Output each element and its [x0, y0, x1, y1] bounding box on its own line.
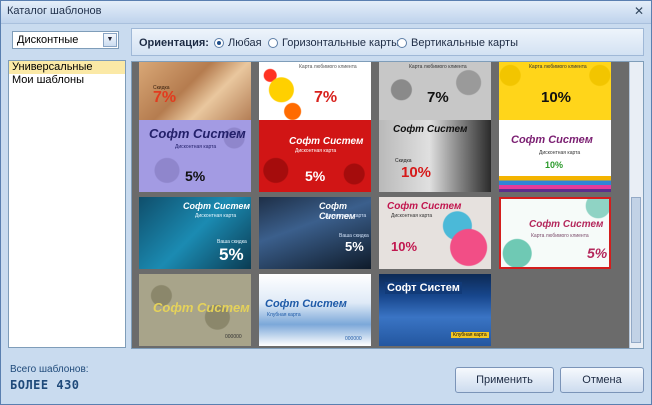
list-item-my-templates[interactable]: Мои шаблоны	[9, 74, 125, 87]
radio-button[interactable]	[397, 38, 407, 48]
radio-any[interactable]: Любая	[214, 37, 262, 49]
window-title: Каталог шаблонов	[7, 5, 102, 17]
cancel-button[interactable]: Отмена	[560, 367, 644, 393]
radio-label: Вертикальные карты	[411, 37, 518, 49]
total-templates-value: БОЛЕЕ 430	[10, 378, 80, 392]
left-panel: Дисконтные ▼ Универсальные Мои шаблоны	[6, 28, 126, 348]
template-card[interactable]: Софт Систем Дисконтная карта 10%	[499, 120, 611, 192]
title-bar: Каталог шаблонов ✕	[1, 1, 651, 24]
radio-button[interactable]	[214, 38, 224, 48]
template-card[interactable]: Софт Систем Дисконтная карта 5%	[139, 120, 251, 192]
total-templates-label: Всего шаблонов:	[10, 364, 89, 375]
chevron-down-icon[interactable]: ▼	[103, 33, 117, 47]
template-card[interactable]: Софт Систем Дисконтная карта Ваша скидка…	[259, 197, 371, 269]
radio-label: Любая	[228, 37, 262, 49]
template-card[interactable]: Софт Систем Дисконтная карта Ваша скидка…	[139, 197, 251, 269]
template-card[interactable]: Софт Систем Клубная карта	[379, 274, 491, 346]
template-catalog-window: Каталог шаблонов ✕ Дисконтные ▼ Универса…	[0, 0, 652, 405]
template-card-selected[interactable]: Софт Систем Карта любимого клиента 5%	[499, 197, 611, 269]
template-gallery: Скидка 7% Карта любимого клиента 7% Карт…	[131, 61, 644, 349]
template-card[interactable]: Софт Систем Дисконтная карта 5%	[259, 120, 371, 192]
scrollbar-thumb[interactable]	[631, 197, 641, 343]
orientation-bar: Ориентация: Любая Горизонтальные карты В…	[131, 28, 644, 56]
list-item-universal[interactable]: Универсальные	[9, 61, 125, 74]
radio-horizontal[interactable]: Горизонтальные карты	[268, 37, 399, 49]
template-card[interactable]: Софт Систем Скидка 10%	[379, 120, 491, 192]
category-dropdown-value: Дисконтные	[17, 34, 79, 46]
radio-button[interactable]	[268, 38, 278, 48]
radio-vertical[interactable]: Вертикальные карты	[397, 37, 518, 49]
category-dropdown[interactable]: Дисконтные ▼	[12, 31, 119, 49]
template-card[interactable]: Софт Систем 000000	[139, 274, 251, 346]
gallery-scrollbar[interactable]	[629, 62, 643, 348]
radio-label: Горизонтальные карты	[282, 37, 400, 49]
orientation-label: Ориентация:	[139, 37, 209, 49]
template-card[interactable]: Софт Систем Дисконтная карта 10%	[379, 197, 491, 269]
template-card[interactable]: Софт Систем Клубная карта 000000	[259, 274, 371, 346]
apply-button[interactable]: Применить	[455, 367, 554, 393]
close-icon[interactable]: ✕	[631, 4, 647, 19]
template-group-list: Универсальные Мои шаблоны	[8, 60, 126, 348]
